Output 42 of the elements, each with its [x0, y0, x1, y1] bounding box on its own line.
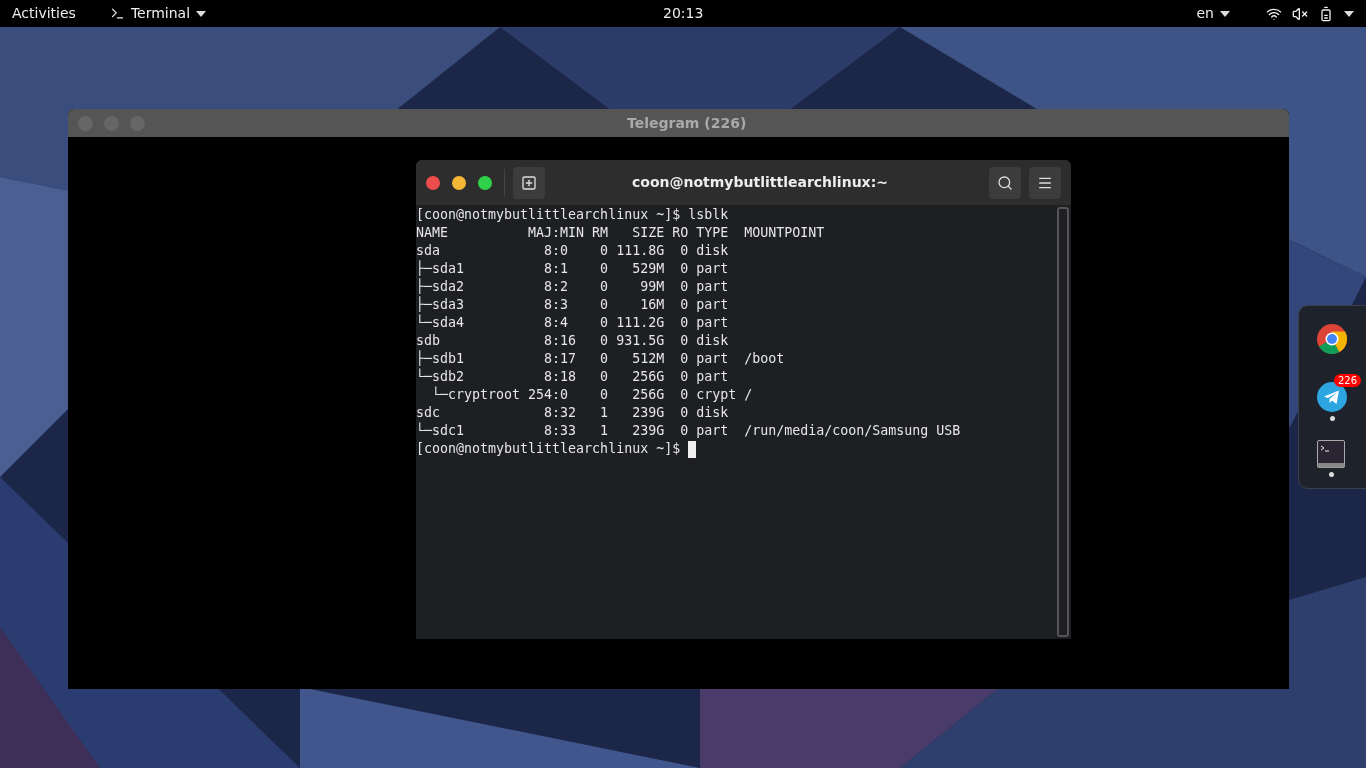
running-indicator: [1329, 416, 1335, 421]
browser-icon[interactable]: [1317, 324, 1347, 354]
terminal-icon[interactable]: [1317, 440, 1345, 468]
maximize-button[interactable]: [478, 175, 492, 190]
clock[interactable]: 20:13: [663, 3, 704, 24]
search-button[interactable]: [989, 166, 1021, 199]
terminal-line: ├─sda3 8:3 0 16M 0 part: [416, 296, 730, 314]
terminal-line: sdc 8:32 1 239G 0 disk: [416, 404, 730, 422]
terminal-line: └─sdb2 8:18 0 256G 0 part: [416, 368, 730, 386]
terminal-icon: [109, 6, 125, 21]
running-indicator: [1328, 472, 1334, 477]
paper-plane-icon[interactable]: [1317, 382, 1347, 412]
caret-icon: [1220, 10, 1230, 17]
window-title: Telegram (226): [627, 113, 747, 133]
terminal-line: ├─sdb1 8:17 0 512M 0 part /boot: [416, 350, 785, 368]
plus-icon: [521, 174, 537, 191]
search-icon: [997, 174, 1013, 191]
volume-muted-icon[interactable]: [1292, 5, 1308, 22]
caret-icon: [1344, 10, 1354, 17]
terminal-line: ├─sda1 8:1 0 529M 0 part: [416, 260, 730, 278]
menu-button[interactable]: [1029, 166, 1061, 199]
terminal-line: sdb 8:16 0 931.5G 0 disk: [416, 332, 730, 350]
activities-button[interactable]: Activities: [12, 3, 76, 24]
scrollbar[interactable]: [1057, 207, 1069, 637]
terminal-line: [coon@notmybutlittlearchlinux ~]$ lsblk: [416, 206, 729, 224]
new-tab-button[interactable]: [513, 166, 545, 199]
terminal-line: NAME MAJ:MIN RM SIZE RO TYPE MOUNTPOINT: [416, 224, 825, 242]
terminal-line: └─cryptroot 254:0 0 256G 0 crypt /: [431, 386, 753, 404]
terminal-line: ├─sda2 8:2 0 99M 0 part: [416, 278, 730, 296]
terminal-line: └─sda4 8:4 0 111.2G 0 part: [416, 314, 730, 332]
battery-icon[interactable]: [1318, 5, 1334, 22]
minimize-button[interactable]: [452, 175, 466, 190]
terminal-line: sda 8:0 0 111.8G 0 disk: [416, 242, 730, 260]
input-source-menu[interactable]: en: [1196, 3, 1230, 24]
app-menu[interactable]: Terminal: [109, 3, 207, 24]
close-button[interactable]: [426, 175, 440, 190]
text-cursor: [688, 440, 697, 458]
terminal-line: └─sdc1 8:33 1 239G 0 part /run/media/coon/Samsung USB: [416, 422, 961, 440]
unread-badge: 226: [1333, 374, 1361, 387]
window-title: coon@notmybutlittlearchlinux:~: [632, 173, 888, 192]
caret-icon: [196, 10, 207, 17]
terminal-prompt: [coon@notmybutlittlearchlinux ~]$: [416, 440, 682, 458]
